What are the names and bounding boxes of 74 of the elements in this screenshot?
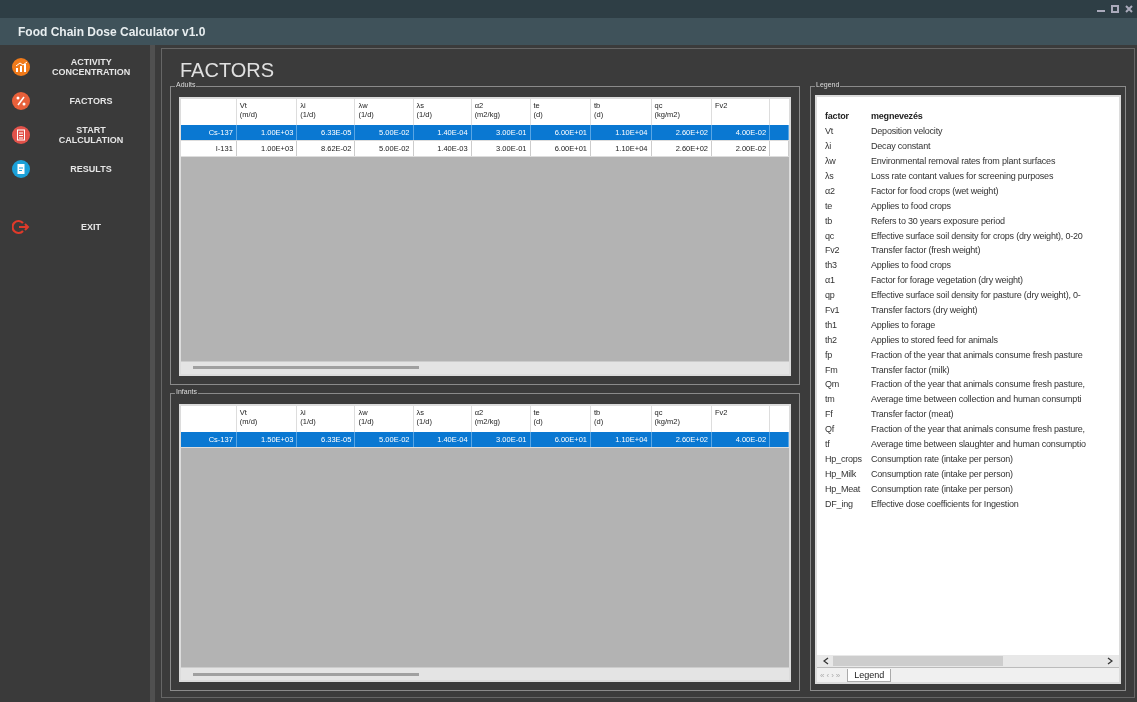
bar-chart-icon: [12, 58, 30, 76]
legend-key: DF_ing: [825, 498, 871, 509]
legend-description: Effective surface soil density for crops (dry weight), 0-20: [871, 230, 1083, 241]
page-title: FACTORS: [180, 59, 276, 82]
legend-description: Factor for food crops (wet weight): [871, 185, 999, 196]
legend-key: Ff: [825, 409, 871, 420]
legend-description: Fraction of the year that animals consume fresh pasture,: [871, 379, 1085, 390]
legend-description: Loss rate contant values for screening purposes: [871, 171, 1054, 181]
legend-key: λi: [825, 141, 871, 152]
legend-key: Hp_Milk: [825, 468, 871, 479]
legend-key: tb: [825, 215, 871, 226]
legend-description: Applies to stored feed for animals: [871, 334, 998, 345]
legend-key: qp: [825, 290, 871, 301]
legend-description: Fraction of the year that animals consume fresh pasture: [871, 349, 1083, 360]
legend-key: α1: [825, 275, 871, 286]
legend-key: α2: [825, 185, 871, 196]
legend-description: Factor for forage vegetation (dry weight): [871, 275, 1023, 286]
legend-description: Transfer factor (milk): [871, 364, 950, 375]
sidebar-item[interactable]: FACTORS: [0, 87, 150, 115]
legend-key: tf: [825, 439, 871, 450]
legend-description: Average time between collection and human consumpti: [871, 394, 1082, 405]
legend-key: fp: [825, 349, 871, 360]
legend-key: Fv2: [825, 245, 871, 256]
horizontal-scrollbar[interactable]: [181, 667, 789, 680]
legend-key: Hp_crops: [825, 453, 871, 464]
sheet-tab[interactable]: Legend: [847, 668, 892, 682]
sidebar-item[interactable]: START CALCULATION: [0, 121, 150, 149]
legend-description: Consumption rate (intake per person): [871, 468, 1013, 479]
legend-description: Transfer factor (meat): [871, 409, 954, 420]
legend-description: Applies to forage: [871, 319, 936, 330]
legend-key: th2: [825, 334, 871, 345]
legend-description: Consumption rate (intake per person): [871, 483, 1013, 494]
legend-key: Qf: [825, 424, 871, 435]
calculator-icon: [12, 126, 30, 144]
legend-key: Vt: [825, 126, 871, 137]
legend-description: Average time between slaughter and human consumptio: [871, 439, 1086, 450]
document-icon: [12, 160, 30, 178]
legend-description: Effective surface soil density for pasture (dry weight), 0-: [871, 290, 1081, 301]
legend-key: Fm: [825, 364, 871, 375]
exit-icon: [12, 218, 30, 236]
scroll-left-icon[interactable]: [823, 657, 829, 665]
legend-key: qc: [825, 230, 871, 241]
legend-key: Qm: [825, 379, 871, 390]
legend-key: factor: [825, 111, 871, 122]
legend-key: tm: [825, 394, 871, 405]
legend-description: Environmental removal rates from plant surfaces: [871, 156, 1056, 167]
legend-description: Decay constant: [871, 141, 931, 152]
legend-description: Fraction of the year that animals consume fresh pasture,: [871, 424, 1085, 435]
legend-description: Applies to food crops: [871, 200, 951, 211]
sidebar-item[interactable]: ACTIVITY CONCENTRATION: [0, 53, 150, 81]
horizontal-scrollbar[interactable]: [817, 655, 1119, 667]
horizontal-scrollbar[interactable]: [181, 360, 789, 374]
scroll-right-icon[interactable]: [1107, 657, 1113, 665]
sidebar-item[interactable]: EXIT: [0, 213, 150, 241]
window-title: Food Chain Dose Calculator v1.0: [18, 24, 206, 39]
legend-description: Transfer factors (dry weight): [871, 305, 978, 315]
legend-key: th1: [825, 319, 871, 330]
legend-description: Deposition velocity: [871, 126, 943, 137]
legend-description: Effective dose coefficients for Ingestion: [871, 498, 1019, 509]
legend-key: te: [825, 200, 871, 211]
close-icon[interactable]: [1125, 5, 1133, 13]
legend-description: Transfer factor (fresh weight): [871, 245, 981, 256]
legend-key: th3: [825, 260, 871, 271]
percent-icon: [12, 92, 30, 110]
maximize-icon[interactable]: [1111, 5, 1119, 13]
sidebar-item[interactable]: RESULTS: [0, 155, 150, 183]
legend-description: megnevezés: [871, 111, 923, 122]
legend-key: Hp_Meat: [825, 483, 871, 494]
legend-key: λs: [825, 171, 871, 181]
legend-key: λw: [825, 156, 871, 167]
legend-description: Consumption rate (intake per person): [871, 453, 1013, 464]
legend-key: Fv1: [825, 305, 871, 315]
legend-description: Refers to 30 years exposure period: [871, 215, 1005, 226]
legend-description: Applies to food crops: [871, 260, 951, 271]
